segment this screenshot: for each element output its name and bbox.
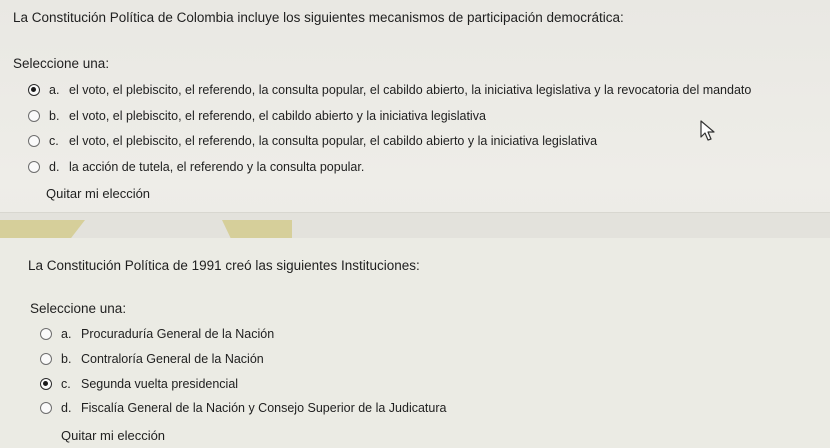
- question-1-option-c[interactable]: c. el voto, el plebiscito, el referendo,…: [28, 131, 597, 151]
- option-label: Segunda vuelta presidencial: [81, 377, 239, 391]
- question-1-text: La Constitución Política de Colombia inc…: [13, 10, 624, 25]
- question-2-text: La Constitución Política de 1991 creó la…: [28, 258, 420, 273]
- question-2: La Constitución Política de 1991 creó la…: [0, 238, 830, 448]
- radio-icon[interactable]: [28, 161, 40, 173]
- option-letter: c.: [61, 377, 71, 391]
- radio-icon[interactable]: [40, 328, 52, 340]
- radio-checked-icon[interactable]: [28, 84, 40, 96]
- question-1-prompt: Seleccione una:: [13, 56, 110, 71]
- question-1-option-b[interactable]: b. el voto, el plebiscito, el referendo,…: [28, 106, 486, 126]
- question-1: La Constitución Política de Colombia inc…: [0, 0, 830, 212]
- question-divider: [0, 212, 830, 239]
- option-label: el voto, el plebiscito, el referendo, la…: [69, 134, 598, 148]
- option-letter: c.: [49, 134, 59, 148]
- option-label: el voto, el plebiscito, el referendo, el…: [69, 109, 486, 123]
- option-label: Contraloría General de la Nación: [81, 352, 264, 366]
- radio-icon[interactable]: [40, 353, 52, 365]
- radio-icon[interactable]: [28, 110, 40, 122]
- option-letter: d.: [61, 401, 72, 415]
- question-1-option-d[interactable]: d. la acción de tutela, el referendo y l…: [28, 157, 364, 177]
- option-letter: a.: [49, 83, 60, 97]
- mouse-pointer-icon: [700, 120, 715, 141]
- radio-checked-icon[interactable]: [40, 378, 52, 390]
- question-1-remove-choice-link[interactable]: Quitar mi elección: [46, 186, 150, 201]
- option-letter: b.: [61, 352, 72, 366]
- radio-icon[interactable]: [40, 402, 52, 414]
- question-1-option-a[interactable]: a. el voto, el plebiscito, el referendo,…: [28, 80, 751, 100]
- option-letter: a.: [61, 327, 72, 341]
- option-letter: b.: [49, 109, 60, 123]
- question-2-option-b[interactable]: b. Contraloría General de la Nación: [40, 349, 264, 369]
- option-label: la acción de tutela, el referendo y la c…: [69, 160, 365, 174]
- quiz-page: La Constitución Política de Colombia inc…: [0, 0, 830, 448]
- option-label: Fiscalía General de la Nación y Consejo …: [81, 401, 447, 415]
- option-label: Procuraduría General de la Nación: [81, 327, 275, 341]
- question-2-option-d[interactable]: d. Fiscalía General de la Nación y Conse…: [40, 398, 446, 418]
- question-2-remove-choice-link[interactable]: Quitar mi elección: [61, 428, 165, 443]
- radio-icon[interactable]: [28, 135, 40, 147]
- question-2-prompt: Seleccione una:: [30, 301, 127, 316]
- option-label: el voto, el plebiscito, el referendo, la…: [69, 83, 752, 97]
- question-2-option-a[interactable]: a. Procuraduría General de la Nación: [40, 324, 274, 344]
- option-letter: d.: [49, 160, 60, 174]
- question-2-option-c[interactable]: c. Segunda vuelta presidencial: [40, 374, 238, 394]
